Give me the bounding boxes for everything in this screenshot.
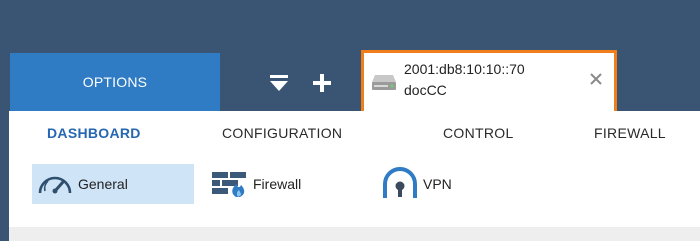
content-area-top — [9, 227, 700, 241]
subnav-firewall-label: Firewall — [253, 176, 302, 192]
nav-firewall[interactable]: FIREWALL — [594, 125, 666, 141]
plus-icon — [313, 74, 331, 92]
server-device-icon — [372, 75, 396, 90]
options-tab-label: OPTIONS — [82, 74, 148, 90]
close-icon — [590, 73, 602, 85]
subnav-vpn-label: VPN — [423, 176, 452, 192]
add-tab-button[interactable] — [309, 70, 335, 96]
left-edge-bar — [0, 0, 9, 241]
vpn-icon — [377, 166, 423, 202]
subnav-vpn[interactable]: VPN — [377, 164, 452, 204]
nav-dashboard[interactable]: DASHBOARD — [47, 125, 141, 141]
main-nav: DASHBOARD CONFIGURATION CONTROL FIREWALL — [9, 111, 700, 157]
close-tab-button[interactable] — [586, 69, 606, 89]
options-tab[interactable]: OPTIONS — [10, 53, 220, 111]
device-name: docCC — [404, 82, 447, 98]
device-address: 2001:db8:10:10::70 — [404, 61, 525, 77]
filter-menu-button[interactable] — [266, 70, 292, 96]
sub-nav: General Firewall VPN — [9, 157, 700, 215]
firewall-icon — [207, 166, 253, 202]
subnav-general-label: General — [78, 176, 128, 192]
nav-configuration[interactable]: CONFIGURATION — [222, 125, 342, 141]
filter-menu-icon — [270, 75, 288, 91]
nav-control[interactable]: CONTROL — [443, 125, 514, 141]
subnav-firewall[interactable]: Firewall — [207, 164, 301, 204]
gauge-icon — [32, 166, 78, 202]
subnav-general[interactable]: General — [32, 164, 194, 204]
device-tab[interactable]: 2001:db8:10:10::70 docCC — [361, 50, 617, 111]
app-window: OPTIONS 2001:db8:10:10::70 docCC DASHBOA… — [0, 0, 700, 241]
